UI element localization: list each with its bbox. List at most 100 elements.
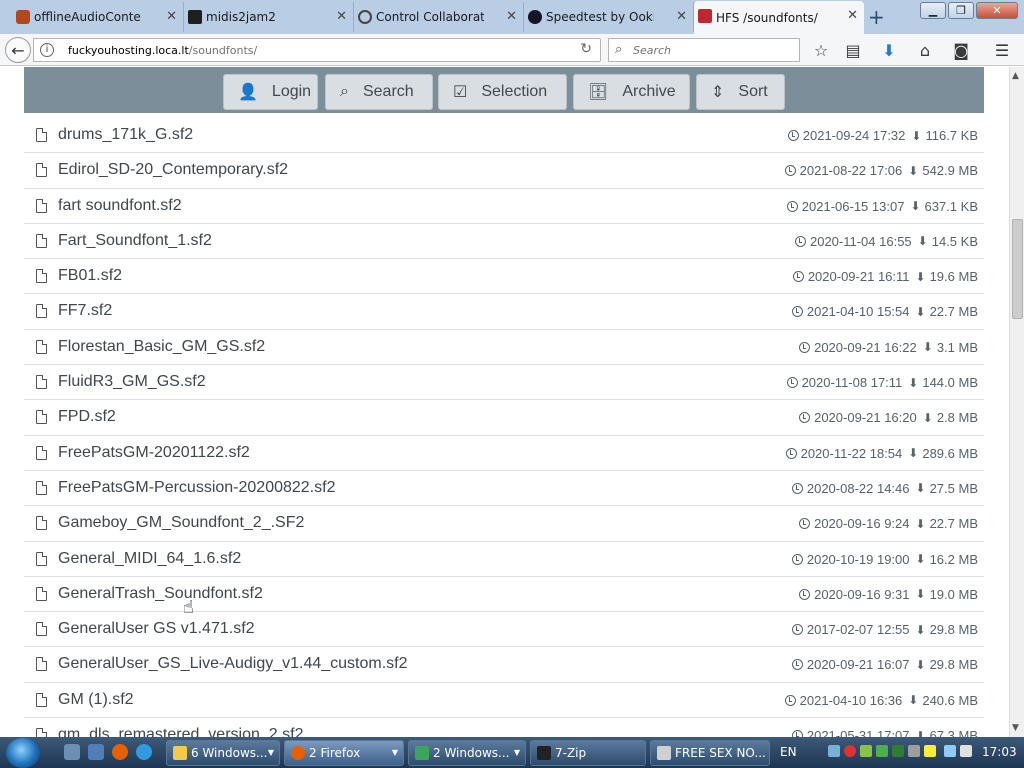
tab-2[interactable]: Control Collaborati... ✕ <box>354 2 524 32</box>
reading-list-icon[interactable]: ▤ <box>843 41 863 60</box>
close-icon[interactable]: ✕ <box>847 8 858 23</box>
file-row[interactable]: General_MIDI_64_1.6.sf2 2020-10-19 19:00 ⬇… <box>24 542 984 577</box>
file-name[interactable]: FreePatsGM-20201122.sf2 <box>58 444 250 462</box>
close-icon[interactable]: ✕ <box>166 9 177 24</box>
tab-label: Control Collaborati... <box>376 10 484 24</box>
back-button[interactable]: ← <box>5 37 31 63</box>
file-name[interactable]: General_MIDI_64_1.6.sf2 <box>58 550 241 568</box>
tray-warning-icon[interactable] <box>924 745 936 757</box>
minimize-button[interactable]: ▁ <box>920 2 946 19</box>
file-row[interactable]: Edirol_SD-20_Contemporary.sf2 2021-08-22 … <box>24 153 984 189</box>
file-row[interactable]: FF7.sf2 2021-04-10 15:54 ⬇ 22.7 MB <box>24 294 984 330</box>
file-name[interactable]: Edirol_SD-20_Contemporary.sf2 <box>58 161 288 179</box>
close-icon[interactable]: ✕ <box>336 9 347 24</box>
tray-app-icon[interactable] <box>876 745 888 757</box>
file-row[interactable]: GeneralUser GS v1.471.sf2 2017-02-07 12:5… <box>24 612 984 648</box>
volume-icon[interactable] <box>960 745 972 757</box>
show-desktop-icon[interactable] <box>64 744 80 760</box>
taskbar-item-7zip[interactable]: 7-Zip <box>530 740 646 766</box>
file-row[interactable]: Florestan_Basic_GM_GS.sf2 2020-09-21 16:2… <box>24 330 984 366</box>
tray-app-icon[interactable] <box>828 745 840 757</box>
file-name[interactable]: FF7.sf2 <box>58 302 112 320</box>
file-row[interactable]: FreePatsGM-Percussion-20200822.sf2 2020-0… <box>24 471 984 507</box>
file-row[interactable]: GeneralTrash_Soundfont.sf2 2020-09-16 9:3… <box>24 577 984 613</box>
start-button[interactable] <box>6 738 40 768</box>
file-icon <box>36 551 47 566</box>
explorer-icon[interactable] <box>88 744 104 760</box>
firefox-icon[interactable] <box>112 744 128 760</box>
file-list: drums_171k_G.sf2 2021-09-24 17:32 ⬇ 116.7 K… <box>24 118 984 737</box>
clock-icon <box>786 377 798 389</box>
file-size: 144.0 MB <box>922 375 978 391</box>
file-name[interactable]: Fart_Soundfont_1.sf2 <box>58 232 212 250</box>
scroll-thumb[interactable] <box>1012 219 1023 319</box>
file-row[interactable]: gm_dls_remastered_version_2.sf2 2021-05-3… <box>24 718 984 737</box>
file-row[interactable]: FreePatsGM-20201122.sf2 2020-11-22 18:54 ⬇… <box>24 436 984 471</box>
taskbar-item-document[interactable]: FREE SEX NO... <box>650 740 770 766</box>
tab-3[interactable]: Speedtest by Ookla... ✕ <box>524 2 694 32</box>
file-row[interactable]: FluidR3_GM_GS.sf2 2020-11-08 17:11 ⬇ 144.0 … <box>24 365 984 401</box>
file-name[interactable]: GeneralUser_GS_Live-Audigy_v1.44_custom.… <box>58 655 408 673</box>
search-bar[interactable]: ⌕ <box>608 38 800 62</box>
file-name[interactable]: FB01.sf2 <box>58 267 122 285</box>
file-name[interactable]: drums_171k_G.sf2 <box>58 126 193 144</box>
file-name[interactable]: GeneralUser GS v1.471.sf2 <box>58 620 255 638</box>
tray-blocked-icon[interactable] <box>844 745 856 757</box>
file-name[interactable]: GM (1).sf2 <box>58 691 134 709</box>
tray-app-icon[interactable] <box>908 745 920 757</box>
file-size: 240.6 MB <box>922 692 978 708</box>
close-window-button[interactable]: ✕ <box>976 2 1018 19</box>
tab-1[interactable]: midis2jam2 ✕ <box>184 2 354 32</box>
file-name[interactable]: fart soundfont.sf2 <box>58 197 182 215</box>
home-icon[interactable]: ⌂ <box>915 41 935 60</box>
taskbar-item-firefox[interactable]: 2 Firefox ▼ <box>284 740 404 766</box>
file-name[interactable]: gm_dls_remastered_version_2.sf2 <box>58 726 303 737</box>
scroll-up-arrow-icon[interactable]: ▲ <box>1012 71 1019 81</box>
download-icon: ⬇ <box>915 269 926 284</box>
archive-button[interactable]: 🗄 Archive <box>573 74 690 110</box>
file-row[interactable]: FB01.sf2 2020-09-21 16:11 ⬇ 19.6 MB <box>24 259 984 295</box>
file-row[interactable]: Fart_Soundfont_1.sf2 2020-11-04 16:55 ⬇ 14.… <box>24 224 984 260</box>
page-scrollbar[interactable]: ▲ ▼ <box>1009 67 1024 737</box>
taskbar-item-windows-misc[interactable]: 2 Windows... ▼ <box>408 740 526 766</box>
file-name[interactable]: GeneralTrash_Soundfont.sf2 <box>58 585 263 603</box>
file-name[interactable]: Gameboy_GM_Soundfont_2_.SF2 <box>58 514 304 532</box>
close-icon[interactable]: ✕ <box>676 9 687 24</box>
search-button[interactable]: ⌕ Search <box>325 74 433 110</box>
tray-app-icon[interactable] <box>860 745 872 757</box>
file-row[interactable]: drums_171k_G.sf2 2021-09-24 17:32 ⬇ 116.7 K… <box>24 118 984 154</box>
bookmark-star-icon[interactable]: ☆ <box>811 41 831 60</box>
file-row[interactable]: GM (1).sf2 2021-04-10 16:36 ⬇ 240.6 MB <box>24 683 984 719</box>
file-name[interactable]: FluidR3_GM_GS.sf2 <box>58 373 206 391</box>
file-date: 2020-11-08 17:11 <box>801 375 903 391</box>
close-icon[interactable]: ✕ <box>506 9 517 24</box>
downloads-icon[interactable]: ⬇ <box>879 41 899 60</box>
tray-app-icon[interactable] <box>892 745 904 757</box>
sort-button[interactable]: ⇕ Sort <box>696 74 785 110</box>
search-input[interactable] <box>633 42 793 58</box>
info-icon[interactable]: i <box>40 43 54 57</box>
file-row[interactable]: fart soundfont.sf2 2021-06-15 13:07 ⬇ 637.1… <box>24 189 984 224</box>
file-name[interactable]: Florestan_Basic_GM_GS.sf2 <box>58 338 265 356</box>
selection-button[interactable]: ☑ Selection <box>438 74 567 110</box>
pocket-icon[interactable]: ◙ <box>951 41 971 60</box>
file-name[interactable]: FPD.sf2 <box>58 408 116 426</box>
clock[interactable]: 17:03 <box>982 745 1017 759</box>
file-row[interactable]: GeneralUser_GS_Live-Audigy_v1.44_custom.… <box>24 647 984 683</box>
language-indicator[interactable]: EN <box>780 745 797 759</box>
file-row[interactable]: FPD.sf2 2020-09-21 16:20 ⬇ 2.8 MB <box>24 400 984 436</box>
login-button[interactable]: 👤 Login <box>223 74 318 110</box>
network-icon[interactable] <box>944 745 956 757</box>
scroll-down-arrow-icon[interactable]: ▼ <box>1012 723 1019 733</box>
reload-icon[interactable]: ↻ <box>580 41 592 57</box>
maximize-button[interactable]: ❐ <box>948 2 974 19</box>
file-name[interactable]: FreePatsGM-Percussion-20200822.sf2 <box>58 479 335 497</box>
url-bar[interactable]: i fuckyouhosting.loca.lt/soundfonts/ ↻ <box>33 38 601 62</box>
tab-0[interactable]: offlineAudioConte... ✕ <box>12 2 184 32</box>
internet-explorer-icon[interactable] <box>136 744 152 760</box>
file-row[interactable]: Gameboy_GM_Soundfont_2_.SF2 2020-09-16 9:… <box>24 506 984 542</box>
new-tab-button[interactable]: + <box>868 5 885 29</box>
tab-4[interactable]: HFS /soundfonts/ ✕ <box>694 1 864 34</box>
menu-icon[interactable]: ☰ <box>992 41 1012 60</box>
taskbar-item-windows-explorer[interactable]: 6 Windows... ▼ <box>166 740 280 766</box>
